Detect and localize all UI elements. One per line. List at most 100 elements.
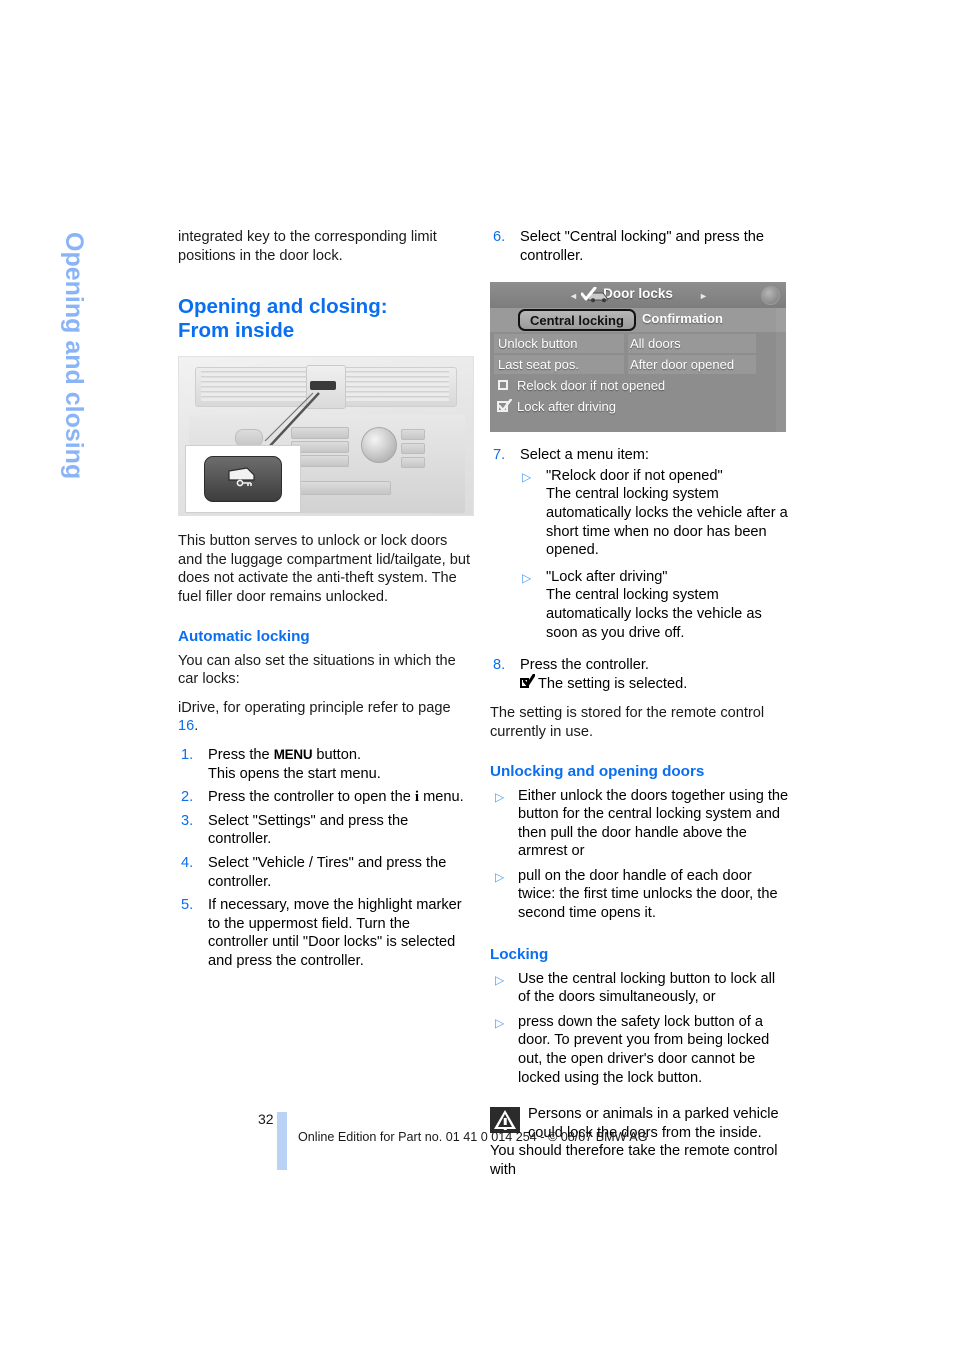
checkbox-checked-icon[interactable] [497,399,512,413]
central-locking-button-on-dash [310,381,336,391]
triangle-bullet-icon: ▷ [522,469,532,484]
step-text: Select "Vehicle / Tires" and press the c… [208,854,447,890]
row-value: All doors [630,336,681,352]
step-text: Select a menu item: [520,447,649,464]
page-title: Opening and closing: From inside [178,295,474,342]
automatic-locking-paragraph: You can also set the situations in which… [178,652,456,688]
step-6-list: 6. Select "Central locking" and press th… [490,228,790,265]
triangle-bullet-icon: ▷ [495,1015,505,1030]
button-closeup-inset [185,445,301,514]
console-slot [401,429,425,441]
checkbox-label: Lock after driving [517,399,616,415]
step-number: 6. [493,229,506,245]
prev-arrow-icon[interactable]: ◄ [569,291,578,301]
step-text: Select "Settings" and press the controll… [208,812,409,848]
step-8-list: 8. Press the controller. The setting is … [490,656,790,693]
idrive-tabrow: Central locking Confirmation [490,308,786,333]
step-number: 2. [181,789,194,806]
step-result-text: The setting is selected. [538,675,688,692]
intro-paragraph: This button serves to unlock or lock doo… [178,533,471,605]
checkbox-row-lock-after-driving[interactable]: Lock after driving [490,397,786,418]
dashboard-photo [178,356,474,517]
idrive-scrollbar[interactable] [776,308,786,433]
row-label: Unlock button [498,336,578,352]
console-slot [299,481,391,496]
continued-paragraph: integrated key to the corresponding limi… [178,229,437,264]
step-item: 4. Select "Vehicle / Tires" and press th… [178,854,474,891]
triangle-bullet-icon: ▷ [495,789,505,804]
idrive-reference-suffix: . [194,718,199,735]
sub-item: ▷ "Relock door if not opened" The centra… [520,467,790,560]
step-text-pre: Press the [208,746,274,763]
footer-rule [277,1112,287,1170]
stored-paragraph: The setting is stored for the remote con… [490,705,765,740]
step-item: 1. Press the MENU button. This opens the… [178,746,474,783]
chapter-tab: Opening and closing [54,232,88,532]
step-text-post: button. [312,746,362,763]
section-heading-automatic-locking: Automatic locking [178,627,310,645]
step-item: 8. Press the controller. The setting is … [490,656,790,693]
list-item-text: Either unlock the doors together using t… [518,787,789,860]
idrive-reference-prefix: iDrive, for operating principle refer to… [178,699,451,716]
step-text-post: menu. [419,789,464,806]
unlocking-list: ▷ Either unlock the doors together using… [490,787,790,923]
step-number: 8. [493,657,506,674]
list-item: ▷ Use the central locking button to lock… [490,970,790,1007]
step-item: 6. Select "Central locking" and press th… [490,228,790,265]
footer-text: Online Edition for Part no. 01 41 0 014 … [298,1130,648,1144]
central-locking-button-closeup [204,456,282,503]
chapter-tab-label: Opening and closing [60,232,88,480]
list-item: ▷ pull on the door handle of each door t… [490,867,790,923]
idrive-screen: Door locks ◄ ► Central locking Confirmat… [490,282,786,433]
step-number: 5. [181,897,194,914]
checkbox-label: Relock door if not opened [517,378,666,394]
step-text: Press the controller. [520,657,649,674]
settings-row[interactable]: Last seat pos. After door opened [490,355,786,376]
step-item: 3. Select "Settings" and press the contr… [178,812,474,849]
tab-confirmation[interactable]: Confirmation [642,311,723,326]
car-check-icon [581,287,608,303]
page-title-line1: Opening and closing: [178,295,388,319]
sub-item: ▷ "Lock after driving" The central locki… [520,568,790,642]
step-text: Select "Central locking" and press the c… [520,229,764,264]
row-label: Last seat pos. [498,357,579,373]
step-number: 7. [493,447,506,464]
door-lock-icon [228,467,255,487]
page-reference-link[interactable]: 16 [178,718,194,734]
callout-line [264,392,320,449]
section-heading-unlocking: Unlocking and opening doors [490,762,705,780]
page-number: 32 [258,1111,274,1127]
idrive-reference: iDrive, for operating principle refer to… [178,699,474,736]
console-knob [361,427,397,464]
section-heading-locking: Locking [490,945,549,963]
next-arrow-icon[interactable]: ► [699,291,708,301]
step-item: 7. Select a menu item: ▷ "Relock door if… [490,446,790,642]
checkbox-row-relock[interactable]: Relock door if not opened [490,376,786,397]
triangle-bullet-icon: ▷ [522,570,532,585]
list-item-text: Use the central locking button to lock a… [518,970,776,1006]
sub-item-body: The central locking system automatically… [546,587,762,641]
settings-row[interactable]: Unlock button All doors [490,334,786,355]
info-badge-icon[interactable] [761,286,780,306]
step-number: 3. [181,812,194,829]
locking-list: ▷ Use the central locking button to lock… [490,970,790,1088]
step-number: 4. [181,854,194,871]
checkbox-unchecked-icon[interactable] [498,380,508,391]
checkbox-checked-icon [520,673,535,690]
step-item: 2. Press the controller to open the i me… [178,788,474,807]
list-item-text: press down the safety lock button of a d… [518,1013,770,1086]
left-column: integrated key to the corresponding limi… [178,228,474,975]
step-7-sublist: ▷ "Relock door if not opened" The centra… [520,467,790,642]
triangle-bullet-icon: ▷ [495,972,505,987]
menu-button-label: MENU [273,746,313,762]
step-text: If necessary, move the highlight marker … [208,897,462,969]
tab-central-locking[interactable]: Central locking [518,309,636,332]
triangle-bullet-icon: ▷ [495,869,505,884]
step-text-secondline: This opens the start menu. [208,765,381,782]
idrive-title: Door locks [603,286,673,302]
sub-item-body: The central locking system automatically… [546,486,788,559]
row-value: After door opened [630,357,735,373]
list-item: ▷ press down the safety lock button of a… [490,1013,790,1087]
list-item: ▷ Either unlock the doors together using… [490,787,790,861]
right-column: 6. Select "Central locking" and press th… [490,228,790,1180]
